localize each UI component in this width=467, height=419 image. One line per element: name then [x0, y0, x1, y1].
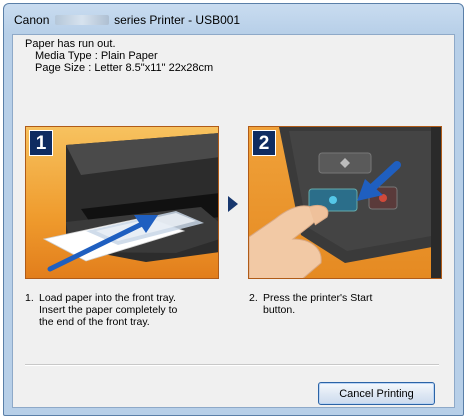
next-step-arrow-icon	[228, 196, 238, 212]
step-1-text-line-2: Insert the paper completely to	[39, 304, 178, 316]
step-2-instruction: 2. Press the printer's Start button.	[249, 292, 439, 316]
title-bar[interactable]: Canon series Printer - USB001	[4, 4, 463, 34]
title-prefix: Canon	[14, 13, 50, 27]
step-2-number: 2.	[249, 292, 258, 304]
step-1-text-line-1: Load paper into the front tray.	[39, 292, 176, 304]
step-1-instruction: 1. Load paper into the front tray. Insert…	[25, 292, 220, 328]
step-2-text-line-2: button.	[263, 304, 296, 316]
step-2-badge: 2	[252, 130, 276, 156]
step-1-badge: 1	[29, 130, 53, 156]
redacted-model-name	[54, 15, 109, 25]
message-media-type: Media Type : Plain Paper	[35, 50, 158, 62]
footer-divider	[25, 364, 439, 366]
window-title: Canon series Printer - USB001	[14, 13, 240, 27]
load-paper-illustration	[42, 133, 218, 272]
step-1-text-line-3: the end of the front tray.	[39, 316, 150, 328]
cancel-printing-button[interactable]: Cancel Printing	[318, 382, 435, 405]
step-1-number: 1.	[25, 292, 34, 304]
step-1-illustration: 1	[25, 126, 219, 279]
title-suffix: series Printer - USB001	[114, 13, 241, 27]
press-start-illustration	[249, 127, 441, 278]
step-2-text-line-1: Press the printer's Start	[263, 292, 373, 304]
step-2-illustration: 2	[248, 126, 442, 279]
error-message: Paper has run out. Media Type : Plain Pa…	[25, 38, 213, 74]
message-page-size: Page Size : Letter 8.5"x11" 22x28cm	[35, 62, 214, 74]
message-line-1: Paper has run out.	[25, 38, 116, 50]
